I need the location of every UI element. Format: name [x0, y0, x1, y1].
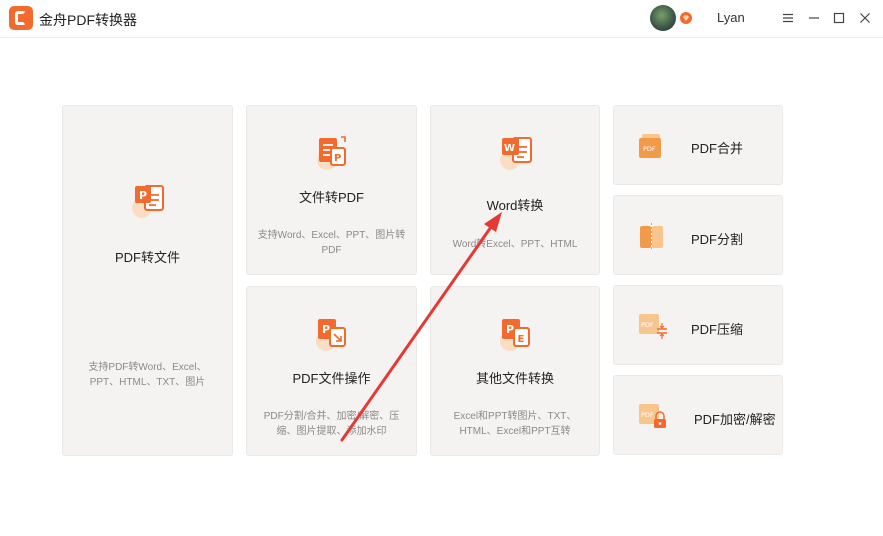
annotation-arrow: [340, 212, 502, 442]
